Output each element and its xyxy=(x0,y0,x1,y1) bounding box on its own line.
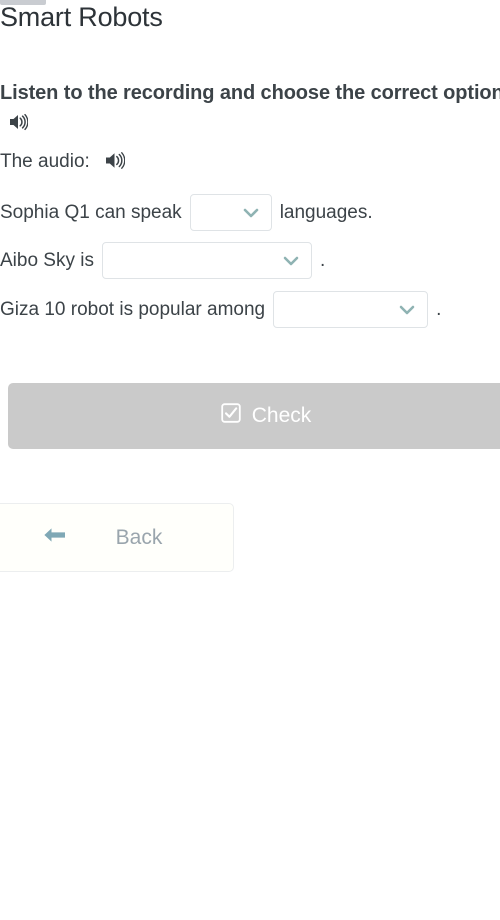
question-row: Giza 10 robot is popular among . xyxy=(0,291,441,328)
question-text-before: Aibo Sky is xyxy=(0,249,94,271)
lesson-page: Smart Robots Listen to the recording and… xyxy=(0,0,500,920)
question-row: Aibo Sky is . xyxy=(0,242,325,279)
answer-dropdown-3[interactable] xyxy=(273,291,429,328)
question-text-after: . xyxy=(319,249,326,271)
speaker-icon[interactable] xyxy=(8,110,29,140)
speaker-icon[interactable] xyxy=(104,151,126,179)
chevron-down-icon xyxy=(399,305,415,314)
question-text-before: Sophia Q1 can speak xyxy=(0,201,182,223)
task-prompt: Listen to the recording and choose the c… xyxy=(0,78,500,140)
check-button[interactable]: Check xyxy=(8,383,500,449)
question-text-before: Giza 10 robot is popular among xyxy=(0,298,266,320)
check-button-label: Check xyxy=(251,404,312,427)
audio-label: The audio: xyxy=(0,151,90,172)
back-button-label: Back xyxy=(115,525,163,549)
checkbox-checked-icon xyxy=(221,403,241,429)
question-text-after: . xyxy=(436,298,442,320)
answer-dropdown-1[interactable] xyxy=(189,194,272,231)
chevron-down-icon xyxy=(283,256,299,265)
audio-row: The audio: xyxy=(0,148,126,179)
question-text-after: languages. xyxy=(279,201,373,223)
arrow-left-icon xyxy=(42,525,68,551)
back-button[interactable]: Back xyxy=(0,503,234,572)
chevron-down-icon xyxy=(243,208,258,217)
answer-dropdown-2[interactable] xyxy=(101,242,312,279)
task-prompt-text: Listen to the recording and choose the c… xyxy=(0,82,500,104)
question-row: Sophia Q1 can speak languages. xyxy=(0,194,373,231)
page-title: Smart Robots xyxy=(0,2,163,32)
